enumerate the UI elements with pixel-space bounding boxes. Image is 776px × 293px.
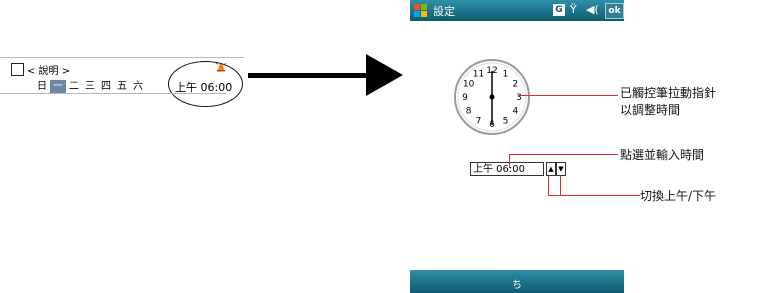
windows-logo-icon[interactable] [413,3,428,18]
callout-line [518,95,618,96]
callout-line [548,195,640,196]
highlight-circle [168,61,243,107]
callout-line [509,154,510,168]
divider [0,57,244,58]
ampm-down-button[interactable]: ▼ [556,162,566,176]
day-sat[interactable]: 六 [130,80,146,93]
divider [0,93,226,94]
callout-toggle-ampm: 切換上午/下午 [640,189,717,203]
day-thu[interactable]: 四 [98,80,114,93]
g-status-icon[interactable]: G [553,4,565,16]
title-bar: 設定 G Ÿ ◀︎( ok [410,0,624,21]
day-fri[interactable]: 五 [114,80,130,93]
page-title: 設定 [433,5,455,18]
callout-line [509,154,618,155]
antenna-icon[interactable]: Ÿ [570,3,577,16]
input-panel-icon[interactable]: ち [512,276,522,291]
clock-number: 9 [462,93,468,103]
arrow-right-icon [366,54,403,96]
day-sun[interactable]: 日 [34,80,50,93]
callout-tap-input: 點選並輸入時間 [620,148,705,162]
callout-line [560,176,561,195]
analog-clock[interactable]: 121234567891011 [453,57,531,137]
clock-number: 8 [466,107,472,117]
volume-icon[interactable]: ◀︎( [586,3,599,16]
time-input[interactable]: 上午 06:00 [470,162,544,176]
alarm-item[interactable]: < 說明 > 日 一 二 三 四 五 六 上午 06:00 [0,57,244,107]
alarm-description[interactable]: < 說明 > [27,62,70,77]
day-mon[interactable]: 一 [50,80,66,93]
clock-number: 10 [463,80,475,90]
day-tue[interactable]: 二 [66,80,82,93]
callout-line [548,176,549,195]
ok-button[interactable]: ok [605,3,624,19]
arrow-shaft [248,73,368,78]
clock-number: 7 [476,116,482,126]
day-wed[interactable]: 三 [82,80,98,93]
day-selector: 日 一 二 三 四 五 六 [34,80,146,93]
clock-number: 5 [503,116,509,126]
ampm-up-button[interactable]: ▲ [546,162,556,176]
clock-number: 11 [473,70,484,80]
clock-number: 4 [513,107,519,117]
clock-number: 2 [513,80,519,90]
device-screen: 設定 G Ÿ ◀︎( ok 121234567891011 上午 06:00 ▲… [410,0,624,293]
callout-drag-hands: 已觸控筆拉動指針 以調整時間 [620,86,717,117]
alarm-checkbox[interactable] [11,63,24,76]
clock-number: 1 [503,70,509,80]
